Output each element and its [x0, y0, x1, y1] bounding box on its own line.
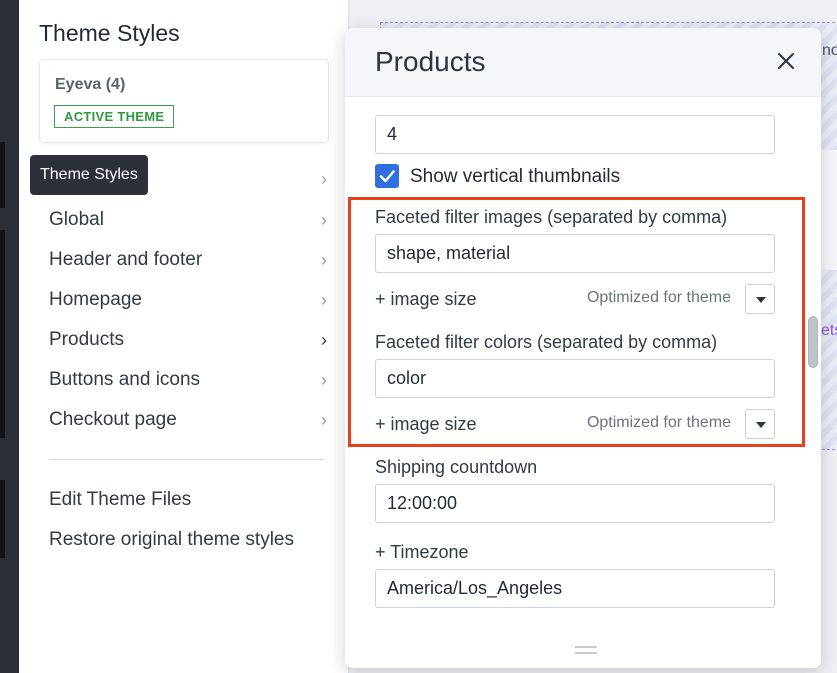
- chevron-right-icon: ›: [321, 169, 327, 189]
- modal-scrollbar[interactable]: [808, 316, 818, 368]
- modal-title: Products: [375, 46, 486, 77]
- preview-text: ets: [821, 322, 837, 339]
- strip-notch: [0, 142, 5, 208]
- sidebar-item-label: Checkout page: [49, 409, 177, 430]
- show-vertical-thumbnails-checkbox[interactable]: [375, 164, 399, 188]
- sidebar-item-label: Homepage: [49, 289, 142, 310]
- close-button[interactable]: [775, 50, 797, 72]
- products-settings-modal: Products Show vertical thumbnails Facete…: [345, 28, 821, 668]
- strip-notch: [0, 480, 5, 558]
- sidebar-item-label: Global: [49, 209, 104, 230]
- checkmark-icon: [379, 170, 395, 183]
- sidebar-item-label: Buttons and icons: [49, 369, 201, 390]
- faceted-images-size-toggle[interactable]: + image size: [375, 289, 477, 310]
- sidebar-item-global[interactable]: Global ›: [49, 206, 329, 234]
- chevron-right-icon: ›: [321, 210, 327, 230]
- sidebar-item-header-footer[interactable]: Header and footer ›: [49, 246, 329, 274]
- timezone-toggle[interactable]: + Timezone: [375, 542, 469, 563]
- close-icon: [778, 53, 794, 69]
- panel-title: Theme Styles: [39, 20, 180, 46]
- sidebar-item-checkout[interactable]: Checkout page ›: [49, 406, 329, 434]
- modal-header: Products: [345, 28, 821, 97]
- faceted-images-size-select[interactable]: Optimized for theme: [573, 284, 775, 314]
- chevron-right-icon: ›: [321, 370, 327, 390]
- size-select-value: Optimized for theme: [586, 289, 731, 306]
- tooltip: Theme Styles: [30, 155, 148, 195]
- faceted-colors-input[interactable]: [375, 359, 775, 398]
- caret-down-icon[interactable]: [745, 409, 775, 439]
- strip-notch: [0, 230, 5, 438]
- left-dark-strip: [0, 0, 19, 673]
- faceted-colors-size-select[interactable]: Optimized for theme: [573, 409, 775, 439]
- theme-card: Eyeva (4) ACTIVE THEME: [39, 59, 329, 143]
- chevron-right-icon: ›: [321, 330, 327, 350]
- thumbnails-count-input[interactable]: [375, 115, 775, 154]
- caret-down-icon[interactable]: [745, 284, 775, 314]
- restore-theme-styles-link[interactable]: Restore original theme styles: [49, 526, 294, 554]
- shipping-countdown-label: Shipping countdown: [375, 457, 538, 477]
- chevron-right-icon: ›: [321, 290, 327, 310]
- resize-grip-icon[interactable]: [575, 646, 597, 654]
- faceted-images-label: Faceted filter images (separated by comm…: [375, 207, 728, 227]
- theme-name: Eyeva (4): [55, 76, 126, 93]
- size-select-value: Optimized for theme: [586, 414, 731, 431]
- edit-theme-files-link[interactable]: Edit Theme Files: [49, 486, 191, 514]
- sidebar-item-label: Products: [49, 329, 124, 350]
- sidebar-item-products[interactable]: Products ›: [49, 326, 329, 354]
- preview-text: no: [822, 42, 837, 59]
- sidebar-item-label: Header and footer: [49, 249, 203, 270]
- active-theme-badge: ACTIVE THEME: [54, 105, 175, 128]
- faceted-colors-label: Faceted filter colors (separated by comm…: [375, 332, 718, 352]
- sidebar-divider: [49, 459, 324, 460]
- sidebar-item-buttons-icons[interactable]: Buttons and icons ›: [49, 366, 329, 394]
- timezone-input[interactable]: [375, 569, 775, 608]
- sidebar-item-homepage[interactable]: Homepage ›: [49, 286, 329, 314]
- show-vertical-thumbnails-label: Show vertical thumbnails: [410, 166, 621, 187]
- chevron-right-icon: ›: [321, 250, 327, 270]
- faceted-colors-size-toggle[interactable]: + image size: [375, 414, 477, 435]
- chevron-right-icon: ›: [321, 410, 327, 430]
- faceted-images-input[interactable]: [375, 234, 775, 273]
- theme-styles-panel: Theme Styles Eyeva (4) ACTIVE THEME › Gl…: [19, 0, 349, 673]
- shipping-countdown-input[interactable]: [375, 484, 775, 523]
